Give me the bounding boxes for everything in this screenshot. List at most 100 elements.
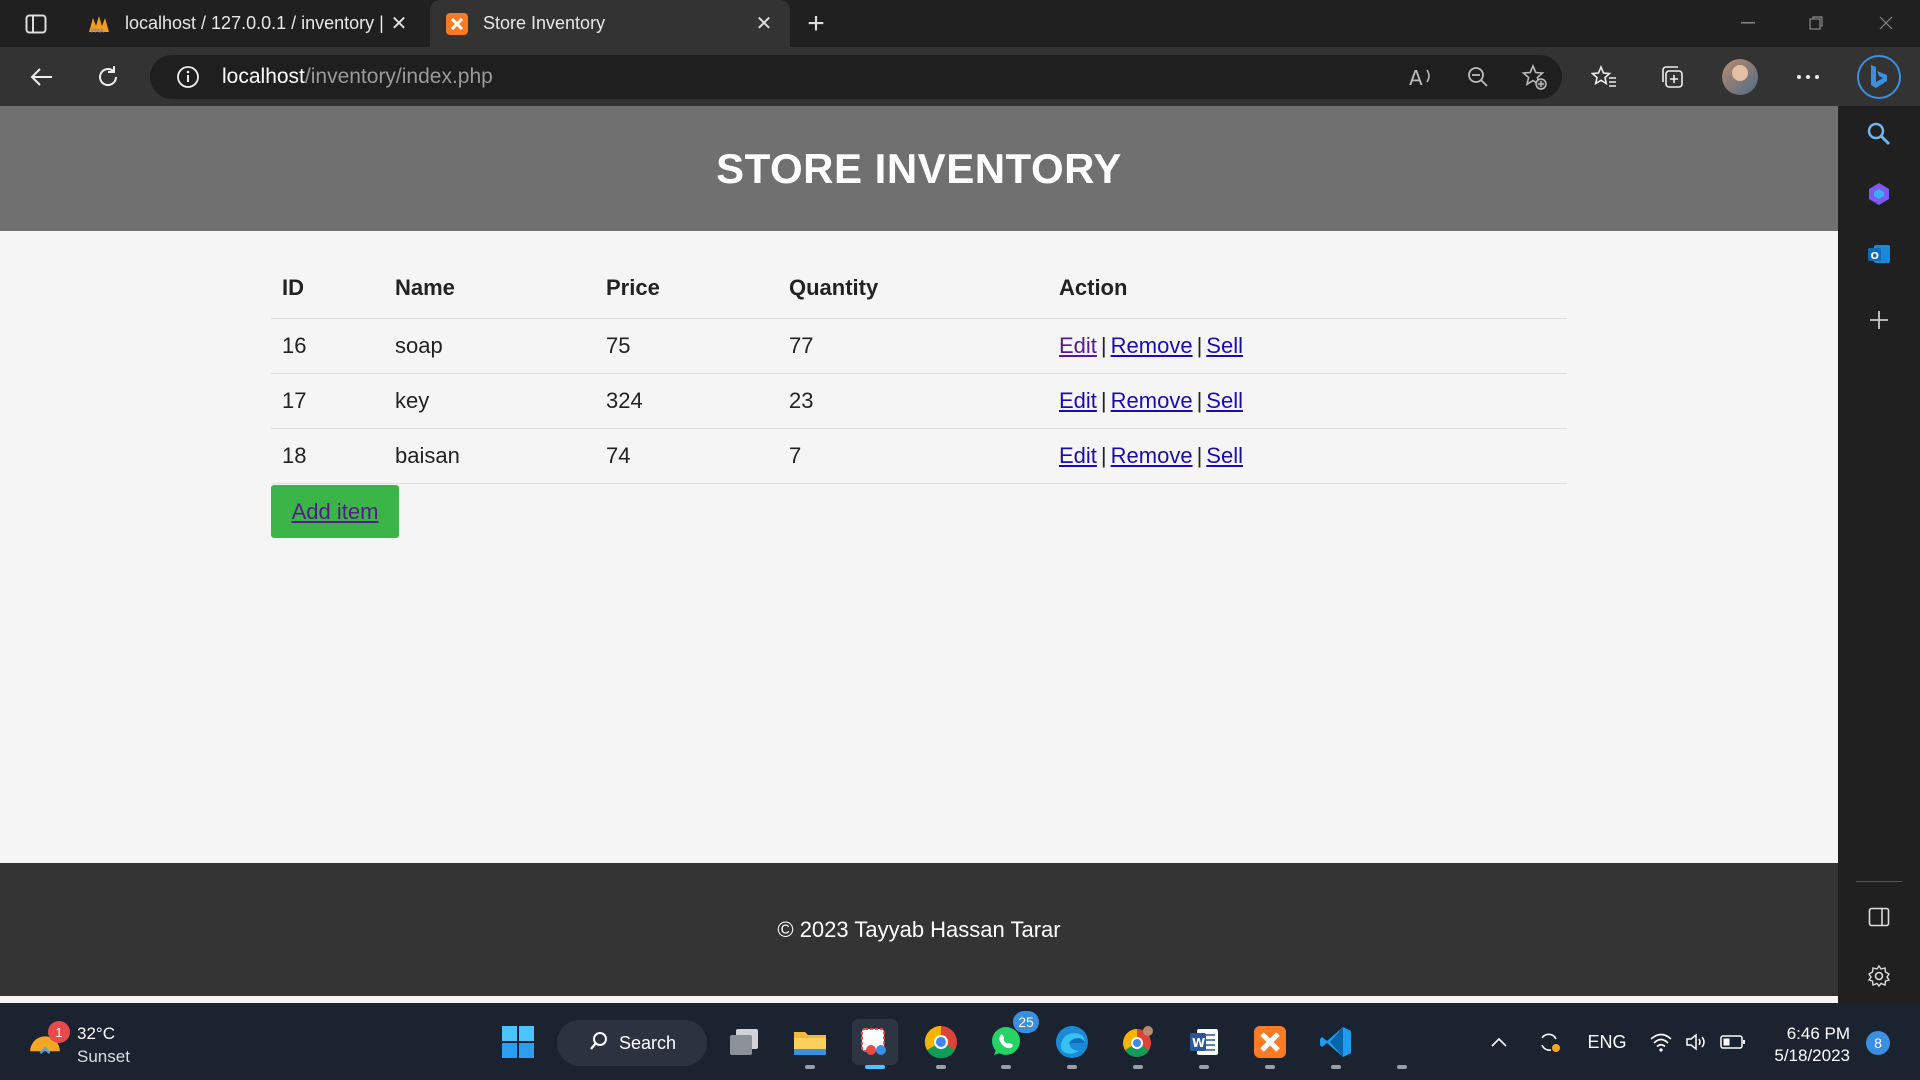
minimize-icon[interactable]	[1728, 8, 1768, 38]
navigation-bar: localhost/inventory/index.php A	[0, 47, 1920, 106]
taskbar: 1 32°C Sunset Search 25 W ENG 6:46 PM 5/…	[0, 1003, 1920, 1080]
page-header: STORE INVENTORY	[0, 106, 1838, 231]
cell-name: key	[384, 373, 595, 429]
url-text[interactable]: localhost/inventory/index.php	[222, 65, 493, 89]
add-item-button[interactable]: Add item	[271, 485, 399, 538]
inventory-table: ID Name Price Quantity Action 16 soap 75…	[271, 258, 1567, 484]
tab-bar: PMA localhost / 127.0.0.1 / inventory | …	[0, 0, 1920, 47]
vscode-icon[interactable]	[1313, 1019, 1359, 1069]
edit-link[interactable]: Edit	[1059, 443, 1097, 468]
header-price: Price	[595, 258, 778, 319]
snipping-tool-icon[interactable]	[852, 1019, 898, 1069]
url-host: localhost	[222, 65, 305, 88]
favorites-icon[interactable]	[1586, 59, 1622, 95]
sell-link[interactable]: Sell	[1206, 333, 1243, 358]
url-path: /inventory/index.php	[304, 65, 493, 88]
language-indicator[interactable]: ENG	[1582, 1019, 1632, 1065]
file-explorer-icon[interactable]	[787, 1019, 833, 1069]
zoom-out-icon[interactable]	[1450, 55, 1506, 99]
add-sidebar-app-icon[interactable]	[1861, 302, 1897, 338]
word-icon[interactable]: W	[1181, 1019, 1227, 1069]
svg-text:O: O	[1871, 251, 1880, 262]
cell-price: 74	[595, 428, 778, 484]
tab-title: localhost / 127.0.0.1 / inventory |	[125, 13, 384, 33]
more-options-icon[interactable]	[1790, 59, 1826, 95]
xampp-taskbar-icon[interactable]	[1247, 1019, 1293, 1069]
page-title: STORE INVENTORY	[716, 144, 1122, 192]
chrome-icon[interactable]	[918, 1019, 964, 1069]
collections-icon[interactable]	[1654, 59, 1690, 95]
clock-time: 6:46 PM	[1786, 1024, 1850, 1043]
system-clock[interactable]: 6:46 PM 5/18/2023	[1750, 1023, 1850, 1067]
table-row: 18 baisan 74 7 Edit | Remove | Sell	[271, 428, 1567, 484]
back-icon[interactable]	[24, 59, 60, 95]
sync-icon[interactable]	[1532, 1019, 1566, 1065]
cell-price: 324	[595, 373, 778, 429]
outlook-icon[interactable]: O	[1861, 236, 1897, 272]
svg-text:PMA: PMA	[91, 28, 105, 34]
cell-price: 75	[595, 318, 778, 374]
sidebar-search-icon[interactable]	[1861, 116, 1897, 152]
address-bar[interactable]: localhost/inventory/index.php A	[150, 55, 1562, 99]
table-row: 16 soap 75 77 Edit | Remove | Sell	[271, 318, 1567, 374]
header-name: Name	[384, 258, 595, 319]
copilot-icon[interactable]	[1861, 176, 1897, 212]
notification-badge[interactable]: 8	[1866, 1031, 1890, 1055]
wifi-icon[interactable]	[1646, 1019, 1676, 1065]
bing-copilot-icon[interactable]	[1857, 55, 1901, 99]
tab-phpmyadmin[interactable]: PMA localhost / 127.0.0.1 / inventory | …	[72, 0, 425, 47]
separator: |	[1196, 332, 1203, 358]
cell-quantity: 7	[778, 428, 1048, 484]
sell-link[interactable]: Sell	[1206, 388, 1243, 413]
separator: |	[1100, 442, 1107, 468]
close-window-icon[interactable]	[1866, 8, 1906, 38]
site-info-icon[interactable]	[174, 63, 202, 91]
cell-quantity: 23	[778, 373, 1048, 429]
close-tab-icon[interactable]: ✕	[387, 12, 411, 36]
copyright-text: © 2023 Tayyab Hassan Tarar	[777, 916, 1061, 942]
battery-icon[interactable]	[1716, 1019, 1750, 1065]
tab-actions-icon[interactable]	[18, 10, 54, 38]
remove-link[interactable]: Remove	[1111, 333, 1193, 358]
show-hidden-icons-chevron-icon[interactable]	[1484, 1019, 1514, 1065]
cell-actions: Edit | Remove | Sell	[1048, 373, 1567, 429]
weather-badge: 1	[48, 1021, 70, 1043]
clock-date: 5/18/2023	[1774, 1046, 1850, 1065]
hide-sidebar-icon[interactable]	[1861, 899, 1897, 935]
search-icon	[589, 1031, 609, 1056]
separator: |	[1196, 442, 1203, 468]
cell-id: 18	[271, 428, 384, 484]
tab-store-inventory[interactable]: Store Inventory ✕	[430, 0, 790, 47]
cell-name: soap	[384, 318, 595, 374]
hidden-app-icon[interactable]	[1379, 1019, 1425, 1069]
taskbar-search[interactable]: Search	[557, 1020, 707, 1066]
restore-icon[interactable]	[1796, 8, 1836, 38]
whatsapp-icon[interactable]: 25	[983, 1011, 1039, 1069]
chrome-profile-icon[interactable]	[1115, 1019, 1161, 1069]
weather-widget[interactable]: 1 32°C Sunset	[26, 1021, 166, 1066]
edit-link[interactable]: Edit	[1059, 333, 1097, 358]
remove-link[interactable]: Remove	[1111, 443, 1193, 468]
volume-icon[interactable]	[1682, 1019, 1712, 1065]
cell-name: baisan	[384, 428, 595, 484]
header-quantity: Quantity	[778, 258, 1048, 319]
xampp-icon	[445, 12, 469, 36]
sell-link[interactable]: Sell	[1206, 443, 1243, 468]
add-favorite-icon[interactable]	[1506, 55, 1562, 99]
close-tab-icon[interactable]: ✕	[752, 12, 776, 36]
cell-actions: Edit | Remove | Sell	[1048, 428, 1567, 484]
start-icon[interactable]	[495, 1019, 541, 1065]
remove-link[interactable]: Remove	[1111, 388, 1193, 413]
edit-link[interactable]: Edit	[1059, 388, 1097, 413]
task-view-icon[interactable]	[721, 1019, 767, 1065]
sidebar-settings-icon[interactable]	[1861, 958, 1897, 994]
sidebar-divider	[1856, 881, 1902, 882]
cell-id: 16	[271, 318, 384, 374]
edge-icon[interactable]	[1049, 1019, 1095, 1069]
separator: |	[1100, 387, 1107, 413]
new-tab-button[interactable]: +	[800, 7, 832, 40]
read-aloud-icon[interactable]: A	[1394, 55, 1450, 99]
profile-avatar[interactable]	[1722, 59, 1758, 95]
refresh-icon[interactable]	[90, 59, 126, 95]
svg-text:W: W	[1192, 1036, 1205, 1050]
